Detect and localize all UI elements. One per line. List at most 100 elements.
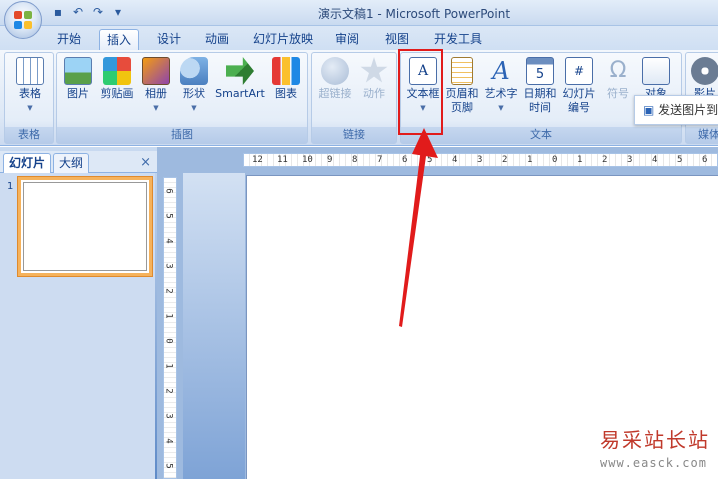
- shapes-icon: [180, 57, 208, 85]
- ruler-tick-label: 4: [652, 155, 658, 165]
- arrow-head: [412, 128, 438, 158]
- wordart-label: 艺术字: [484, 87, 518, 100]
- tab-animations[interactable]: 动画: [198, 29, 236, 50]
- arrow-shaft: [399, 148, 427, 327]
- chart-button[interactable]: 图表: [269, 57, 303, 101]
- pane-tabs: 幻灯片 大纲 ×: [0, 151, 157, 173]
- header-footer-label-2: 页脚: [451, 101, 473, 114]
- textbox-highlight-box: [398, 49, 443, 135]
- wordart-icon: A: [492, 57, 510, 85]
- tab-design[interactable]: 设计: [150, 29, 188, 50]
- ruler-tick-label: 2: [163, 388, 174, 394]
- clipart-label: 剪贴画: [100, 87, 134, 100]
- action-button[interactable]: 动作: [356, 57, 392, 101]
- chevron-down-icon: ▼: [27, 104, 33, 112]
- watermark-url: www.easck.com: [600, 456, 707, 470]
- tab-review[interactable]: 审阅: [328, 29, 366, 50]
- date-time-button[interactable]: 5 日期和 时间: [521, 57, 559, 115]
- action-star-icon: [360, 57, 388, 83]
- tab-developer[interactable]: 开发工具: [428, 29, 488, 50]
- send-picture-icon: ▣: [643, 103, 659, 117]
- send-picture-tooltip[interactable]: ▣ 发送图片到: [634, 95, 718, 125]
- ruler-tick-label: 5: [677, 155, 683, 165]
- table-label: 表格: [19, 87, 41, 100]
- date-time-label-2: 时间: [529, 101, 551, 114]
- photo-album-icon: [142, 57, 170, 85]
- group-label-links: 链接: [312, 127, 396, 143]
- chart-icon: [272, 57, 300, 85]
- title-bar: ▪ ↶ ↷ ▾ 演示文稿1 - Microsoft PowerPoint: [0, 0, 718, 26]
- chevron-down-icon: ▼: [191, 104, 197, 112]
- picture-button[interactable]: 图片: [61, 57, 95, 101]
- ruler-tick-label: 2: [163, 288, 174, 294]
- tab-slides[interactable]: 幻灯片: [3, 153, 52, 173]
- action-label: 动作: [363, 87, 385, 100]
- clipart-button[interactable]: 剪贴画: [97, 57, 137, 101]
- group-label-illustrations: 插图: [57, 127, 307, 143]
- picture-label: 图片: [67, 87, 89, 100]
- office-logo-icon: [14, 11, 32, 29]
- group-illustrations: 图片 剪贴画 相册 ▼ 形状 ▼ SmartArt 图表 插图: [56, 52, 308, 144]
- group-label-media: 媒体: [686, 127, 718, 143]
- ruler-tick-label: 0: [552, 155, 558, 165]
- ruler-tick-label: 3: [477, 155, 483, 165]
- ruler-tick-label: 7: [377, 155, 383, 165]
- watermark-title: 易采站长站: [600, 428, 710, 452]
- ruler-tick-label: 8: [352, 155, 358, 165]
- ruler-tick-label: 6: [702, 155, 708, 165]
- tab-outline[interactable]: 大纲: [53, 153, 90, 173]
- ruler-tick-label: 9: [327, 155, 333, 165]
- slide-thumbnail-canvas: [23, 182, 147, 271]
- vertical-ruler[interactable]: 6 5 4 3 2 1 0 1 2 3 4 5: [163, 177, 177, 479]
- ruler-tick-label: 4: [163, 438, 174, 444]
- smartart-button[interactable]: SmartArt: [215, 57, 265, 101]
- ruler-tick-label: 11: [277, 155, 288, 165]
- table-icon: [16, 57, 44, 85]
- object-icon: [642, 57, 670, 85]
- chart-label: 图表: [275, 87, 297, 100]
- ruler-tick-label: 1: [527, 155, 533, 165]
- ruler-tick-label: 4: [452, 155, 458, 165]
- shapes-label: 形状: [183, 87, 205, 100]
- ruler-tick-label: 5: [163, 213, 174, 219]
- shapes-button[interactable]: 形状 ▼: [177, 57, 211, 115]
- red-arrow-annotation: [399, 128, 438, 327]
- slide-thumbnail[interactable]: [18, 177, 152, 276]
- header-footer-icon: [451, 57, 473, 85]
- header-footer-button[interactable]: 页眉和 页脚: [443, 57, 481, 115]
- horizontal-ruler[interactable]: 12 11 10 9 8 7 6 5 4 3 2 1 0 1 2 3 4 5 6: [243, 153, 718, 167]
- album-label: 相册: [145, 87, 167, 100]
- slide-number: 1: [7, 181, 14, 192]
- slide-number-button[interactable]: # 幻灯片 编号: [559, 57, 599, 115]
- tab-home[interactable]: 开始: [50, 29, 88, 50]
- hyperlink-button[interactable]: 超链接: [316, 57, 354, 101]
- group-table: 表格 ▼ 表格: [4, 52, 54, 144]
- calendar-icon: 5: [526, 57, 554, 85]
- picture-icon: [64, 57, 92, 85]
- slides-pane: 幻灯片 大纲 × 1: [0, 147, 157, 479]
- ruler-tick-label: 10: [302, 155, 313, 165]
- ruler-tick-label: 4: [163, 238, 174, 244]
- wordart-button[interactable]: A 艺术字 ▼: [481, 57, 521, 115]
- table-button[interactable]: 表格 ▼: [11, 57, 49, 115]
- ribbon-tabs: 开始 插入 设计 动画 幻灯片放映 审阅 视图 开发工具: [0, 26, 718, 50]
- tab-view[interactable]: 视图: [378, 29, 416, 50]
- tooltip-text: 发送图片到: [658, 103, 718, 117]
- album-button[interactable]: 相册 ▼: [139, 57, 173, 115]
- close-icon[interactable]: ×: [140, 155, 151, 170]
- slide-number-label-2: 编号: [568, 101, 590, 114]
- ribbon: 表格 ▼ 表格 图片 剪贴画 相册 ▼ 形状 ▼ SmartArt 图表 插图 …: [0, 50, 718, 146]
- hyperlink-globe-icon: [321, 57, 349, 85]
- date-time-label-1: 日期和: [523, 87, 557, 100]
- tab-slideshow[interactable]: 幻灯片放映: [248, 29, 318, 50]
- slide-margin: [183, 173, 245, 479]
- ruler-tick-label: 1: [577, 155, 583, 165]
- group-links: 超链接 动作 链接: [311, 52, 397, 144]
- ruler-tick-label: 6: [163, 188, 174, 194]
- symbol-button[interactable]: Ω 符号: [601, 57, 635, 101]
- office-button[interactable]: [4, 1, 42, 39]
- ruler-tick-label: 1: [163, 313, 174, 319]
- chevron-down-icon: ▼: [498, 104, 504, 112]
- tab-insert[interactable]: 插入: [99, 29, 139, 50]
- hyperlink-label: 超链接: [318, 87, 352, 100]
